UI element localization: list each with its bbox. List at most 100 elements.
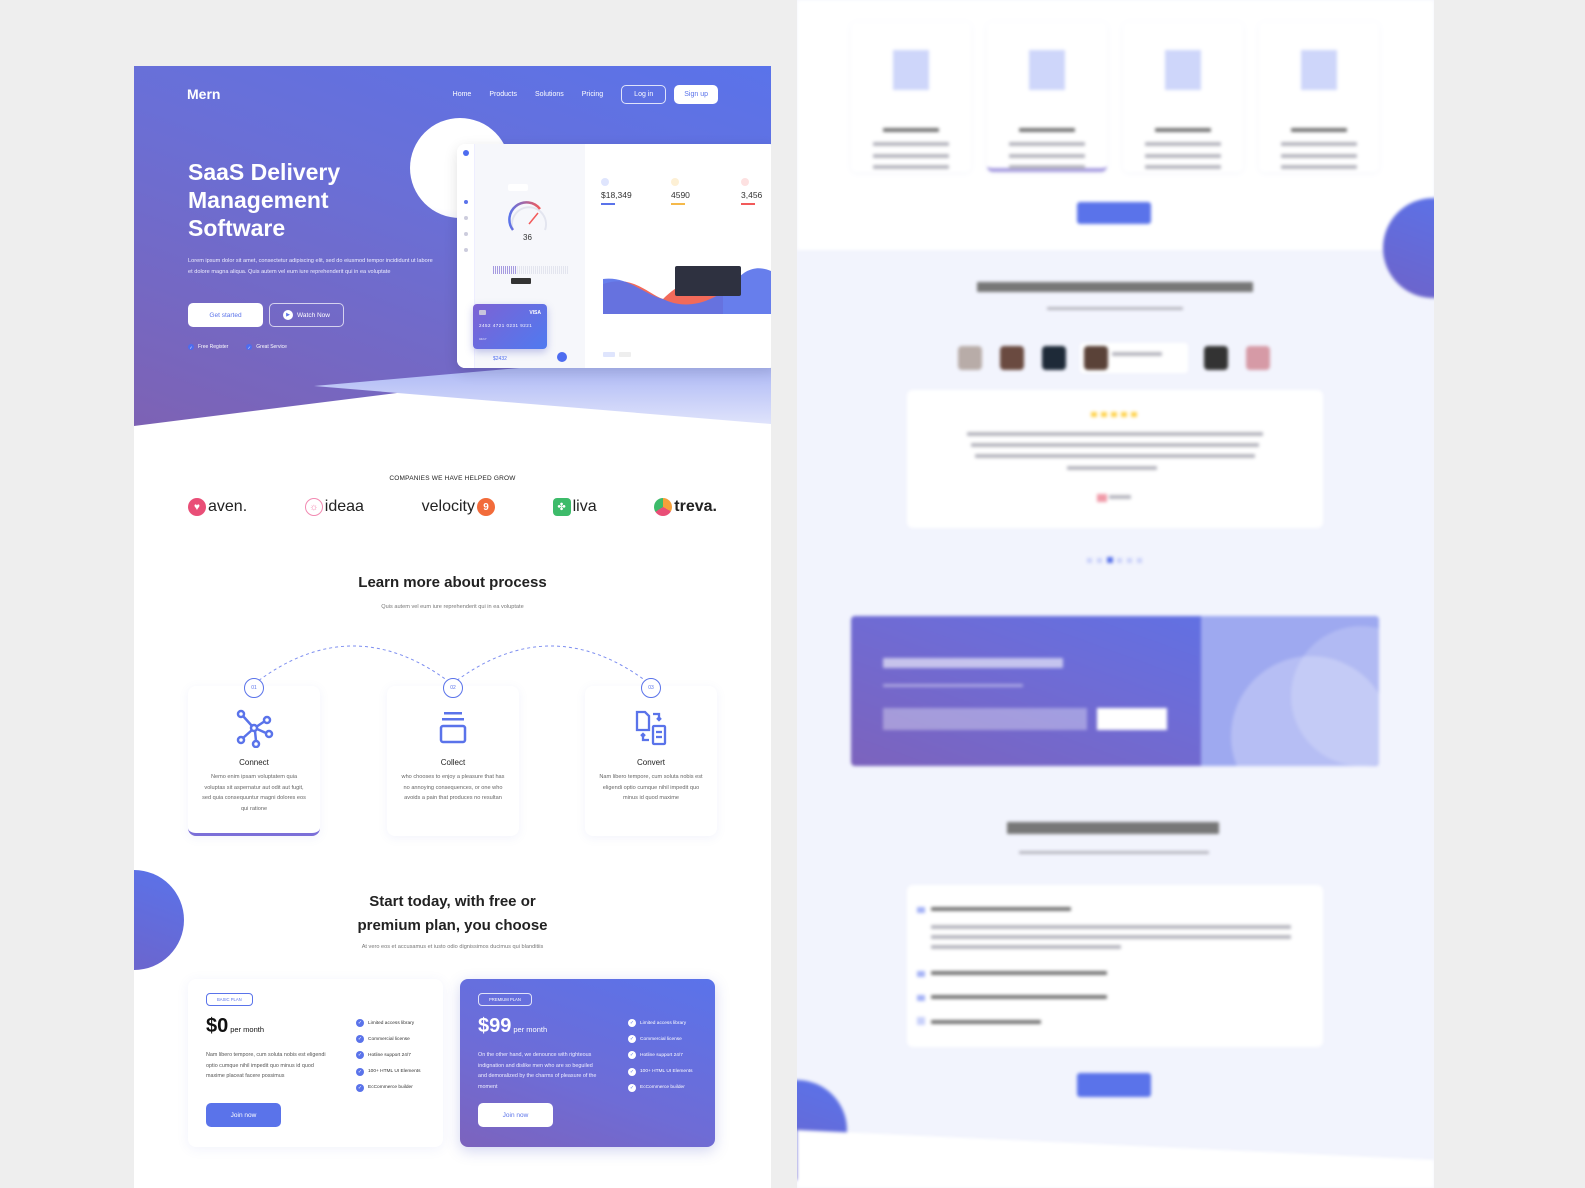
credit-card: VISA 2452 4721 0231 9221 04/17 (473, 304, 547, 349)
tag-chip (619, 352, 631, 357)
logo-velocity: velocity 9 (422, 498, 495, 516)
get-started-button[interactable]: Get started (188, 303, 263, 327)
hero-description: Lorem ipsum dolor sit amet, consectetur … (188, 258, 433, 275)
avatar[interactable] (1246, 346, 1270, 370)
bulb-icon: ☼ (304, 498, 323, 516)
add-button (557, 352, 567, 362)
dashboard-right-panel: $18,349 4590 3,456 (585, 144, 771, 368)
nav-products[interactable]: Products (489, 91, 517, 98)
duration-bar (493, 266, 517, 274)
join-now-button[interactable]: Join now (206, 1103, 281, 1127)
carousel-dots[interactable] (1087, 557, 1143, 563)
feature-item: ✓ Hotline support 24/7 (628, 1051, 683, 1060)
features-cta-button[interactable] (1077, 202, 1151, 224)
avatar[interactable] (1042, 346, 1066, 370)
faq-question[interactable] (931, 995, 1107, 999)
step-description: Nemo enim ipsam voluptatem quia voluptas… (202, 774, 306, 812)
watch-now-button[interactable]: ▶ Watch Now (269, 303, 344, 327)
convert-files-icon (635, 710, 667, 746)
faq-question[interactable] (931, 971, 1107, 975)
logo-aven: ♥ aven. (188, 498, 247, 516)
plan-features: ✓ Limited access library ✓ Commercial lice… (628, 1015, 692, 1096)
balance: $2432 (493, 356, 507, 362)
network-icon (236, 709, 274, 748)
stat-orders: 4590 (671, 178, 690, 205)
logo-liva: ✤ liva (552, 498, 597, 516)
feature-icon (1165, 50, 1201, 90)
check-label: Free Register (198, 344, 229, 350)
stat-income: $18,349 (601, 178, 632, 205)
company-logos: ♥ aven. ☼ ideaa velocity 9 ✤ liva treva. (188, 498, 717, 516)
login-button[interactable]: Log in (621, 84, 667, 104)
step-number: 01 (244, 678, 264, 698)
feature-icon (1301, 50, 1337, 90)
nav-dot-icon (464, 232, 468, 236)
process-title: Learn more about process (358, 574, 547, 591)
feature-item: ✓ Limited access library (628, 1019, 687, 1028)
author-avatar (1097, 494, 1107, 502)
clover-icon: ✤ (552, 498, 571, 516)
feature-item: ✓ Limited access library (356, 1019, 415, 1028)
banner-submit-button[interactable] (1097, 708, 1167, 730)
signup-button[interactable]: Sign up (674, 84, 718, 104)
hero-title: SaaS Delivery Management Software (188, 159, 341, 241)
banner-title (883, 658, 1063, 668)
avatar[interactable] (1000, 346, 1024, 370)
email-input[interactable] (883, 708, 1087, 730)
faq-bullet-icon (917, 1017, 925, 1025)
avatar-active-card[interactable] (1080, 343, 1188, 373)
avatar[interactable] (1204, 346, 1228, 370)
landing-page-left: Mern Home Products Solutions Pricing Log… (134, 66, 771, 1188)
tab-overall (508, 184, 528, 191)
nav-home[interactable]: Home (453, 91, 472, 98)
hero-checks: ✓ Free Register ✓ Great Service (188, 344, 287, 350)
step-number: 03 (641, 678, 661, 698)
tag-chip (603, 352, 615, 357)
area-chart (603, 266, 771, 314)
plan-card-premium: PREMIUM PLAN $99 per month On the other h… (460, 979, 715, 1147)
feature-card (1123, 22, 1243, 172)
feature-card-active (987, 22, 1107, 172)
treva-icon (654, 498, 673, 516)
process-subtitle: Quis autem vel eum iure reprehenderit qu… (381, 604, 524, 610)
velocity-badge-icon: 9 (476, 498, 495, 516)
step-card-connect: 01 Connect Nemo enim ipsam voluptatem qu… (188, 678, 320, 836)
check-circle-icon: ✓ (628, 1035, 636, 1044)
step-number: 02 (443, 678, 463, 698)
box-icon (671, 178, 679, 186)
logo-ideaa: ☼ ideaa (304, 498, 364, 516)
faq-bullet-icon (917, 907, 925, 913)
faq-card (907, 885, 1323, 1047)
step-title: Convert (636, 758, 665, 767)
stack-icon (439, 712, 467, 744)
check-circle-icon: ✓ (356, 1051, 364, 1060)
nav-dot-icon (464, 248, 468, 252)
star-icon (741, 178, 749, 186)
aven-icon: ♥ (188, 498, 206, 516)
logo[interactable]: Mern (187, 86, 220, 102)
nav-pricing[interactable]: Pricing (582, 91, 603, 98)
plan-features: ✓ Limited access library ✓ Commercial lice… (356, 1015, 420, 1096)
faq-cta-button[interactable] (1077, 1073, 1151, 1097)
nav-solutions[interactable]: Solutions (535, 91, 564, 98)
check-icon: ✓ (188, 344, 194, 350)
card-number: 2452 4721 0231 9221 (479, 323, 533, 328)
feature-item: ✓ Hotline support 24/7 (356, 1051, 411, 1060)
check-circle-icon: ✓ (356, 1035, 364, 1044)
step-title: Collect (440, 758, 466, 767)
join-now-button[interactable]: Join now (478, 1103, 553, 1127)
feature-item: ✓ EcCommerce builder (356, 1083, 413, 1092)
plan-description: Nam libero tempore, cum soluta nobis est… (206, 1052, 326, 1079)
card-chip-icon (479, 310, 486, 315)
watch-now-label: Watch Now (297, 311, 330, 319)
testimonials-title (977, 282, 1253, 292)
step-card-convert: 03 Convert Nam libero tempore, cum solut… (585, 678, 717, 836)
check-circle-icon: ✓ (356, 1019, 364, 1028)
faq-question[interactable] (931, 907, 1071, 911)
avatar[interactable] (958, 346, 982, 370)
faq-question[interactable] (931, 1020, 1041, 1024)
top-nav: Mern Home Products Solutions Pricing Log… (187, 82, 718, 106)
feature-card (851, 22, 971, 172)
logo-treva: treva. (654, 498, 717, 516)
plan-card-basic: BASIC PLAN $0 per month Nam libero tempor… (188, 979, 443, 1147)
